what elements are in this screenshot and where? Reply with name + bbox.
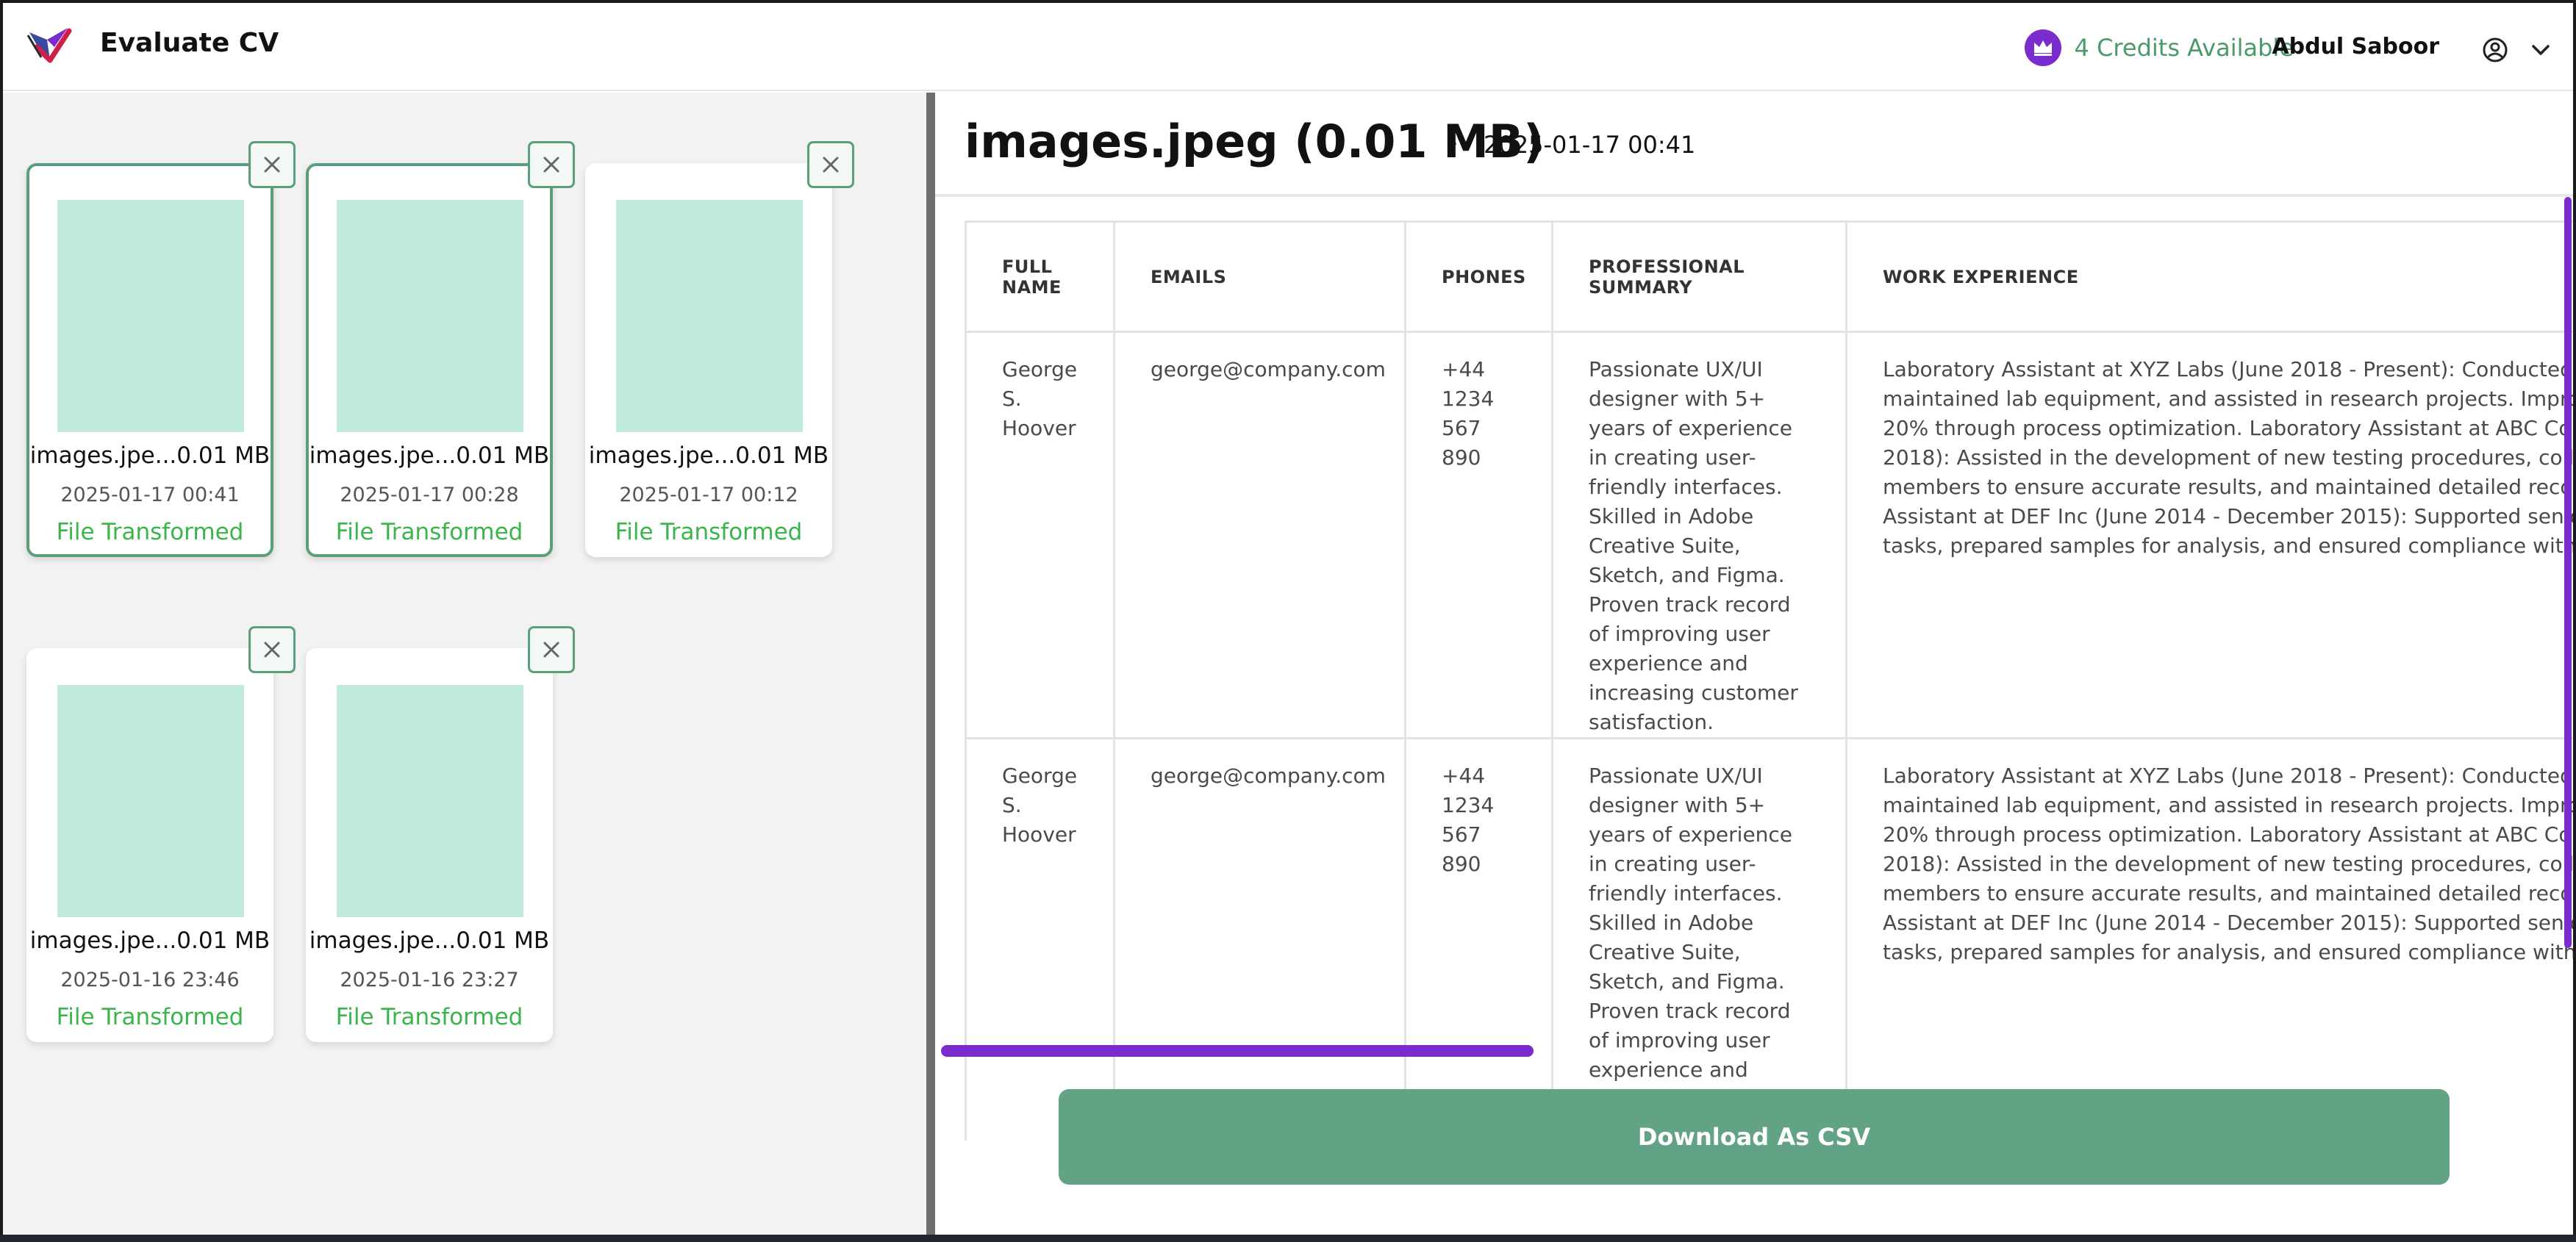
file-card[interactable]: images.jpe...0.01 MB 2025-01-16 23:27 Fi… <box>306 648 553 1042</box>
column-header-phones: PHONES <box>1404 220 1553 333</box>
cell-phone: +44 1234 567 890 <box>1404 737 1553 1141</box>
column-header-emails: EMAILS <box>1113 220 1406 333</box>
cell-full-name: George S. Hoover <box>965 331 1115 739</box>
file-status: File Transformed <box>56 519 244 545</box>
cell-email: george@company.com <box>1113 331 1406 739</box>
file-list-panel: images.jpe...0.01 MB 2025-01-17 00:41 Fi… <box>3 93 926 1242</box>
close-icon <box>543 642 559 658</box>
cell-work-experience: Laboratory Assistant at XYZ Labs (June 2… <box>1845 331 2573 739</box>
remove-file-button[interactable] <box>528 141 575 188</box>
results-table: FULL NAME EMAILS PHONES PROFESSIONAL SUM… <box>965 220 2573 1141</box>
panel-resize-handle[interactable] <box>926 93 935 1242</box>
app-logo-icon[interactable] <box>25 25 74 71</box>
cell-email: george@company.com <box>1113 737 1406 1141</box>
file-name: images.jpe...0.01 MB <box>588 442 829 469</box>
file-thumbnail <box>57 685 244 917</box>
file-thumbnail <box>57 200 244 432</box>
file-status: File Transformed <box>335 1004 523 1030</box>
app-title: Evaluate CV <box>100 28 279 58</box>
remove-file-button[interactable] <box>807 141 854 188</box>
cell-full-name: George S. Hoover <box>965 737 1115 1141</box>
remove-file-button[interactable] <box>248 141 296 188</box>
title-separator: - <box>1448 128 1458 157</box>
cell-phone: +44 1234 567 890 <box>1404 331 1553 739</box>
file-name: images.jpe...0.01 MB <box>29 927 271 954</box>
file-date: 2025-01-17 00:28 <box>340 484 519 506</box>
column-header-work-experience: WORK EXPERIENCE <box>1845 220 2573 333</box>
credits-indicator[interactable]: 4 Credits Available <box>2024 29 2294 66</box>
crown-icon <box>2024 29 2061 66</box>
download-csv-button[interactable]: Download As CSV <box>1059 1089 2450 1185</box>
close-icon <box>543 157 559 173</box>
cell-work-experience: Laboratory Assistant at XYZ Labs (June 2… <box>1845 737 2573 1141</box>
file-name: images.jpe...0.01 MB <box>29 442 271 469</box>
user-name[interactable]: Abdul Saboor <box>2272 34 2439 60</box>
file-date: 2025-01-17 00:12 <box>619 484 798 506</box>
table-row: George S. Hoover george@company.com +44 … <box>965 331 2573 739</box>
file-thumbnail <box>337 200 523 432</box>
remove-file-button[interactable] <box>528 626 575 673</box>
file-thumbnail <box>616 200 803 432</box>
top-bar: Evaluate CV 4 Credits Available Abdul Sa… <box>3 3 2573 91</box>
horizontal-scrollbar[interactable] <box>941 1045 1534 1057</box>
remove-file-button[interactable] <box>248 626 296 673</box>
desktop-taskbar <box>0 1235 2576 1242</box>
file-card[interactable]: images.jpe...0.01 MB 2025-01-17 00:12 Fi… <box>585 163 832 557</box>
file-status: File Transformed <box>615 519 803 545</box>
chevron-down-icon[interactable] <box>2529 40 2552 60</box>
file-status: File Transformed <box>335 519 523 545</box>
file-date: 2025-01-17 00:41 <box>60 484 240 506</box>
user-circle-icon[interactable] <box>2482 37 2508 63</box>
results-table-container[interactable]: FULL NAME EMAILS PHONES PROFESSIONAL SUM… <box>965 220 2573 1141</box>
file-name: images.jpe...0.01 MB <box>309 442 550 469</box>
file-status: File Transformed <box>56 1004 244 1030</box>
file-thumbnail <box>337 685 523 917</box>
cell-summary: Passionate UX/UI designer with 5+ years … <box>1551 331 1847 739</box>
divider <box>935 194 2573 197</box>
file-date: 2025-01-16 23:27 <box>340 969 519 991</box>
cell-summary: Passionate UX/UI designer with 5+ years … <box>1551 737 1847 1141</box>
column-header-full-name: FULL NAME <box>965 220 1115 333</box>
close-icon <box>264 642 280 658</box>
table-header-row: FULL NAME EMAILS PHONES PROFESSIONAL SUM… <box>965 220 2573 333</box>
column-header-summary: PROFESSIONAL SUMMARY <box>1551 220 1847 333</box>
file-date: 2025-01-16 23:46 <box>60 969 240 991</box>
table-row: George S. Hoover george@company.com +44 … <box>965 737 2573 1141</box>
close-icon <box>823 157 839 173</box>
results-panel: images.jpeg (0.01 MB) - 2025-01-17 00:41… <box>935 93 2573 1242</box>
file-card[interactable]: images.jpe...0.01 MB 2025-01-16 23:46 Fi… <box>26 648 273 1042</box>
file-card[interactable]: images.jpe...0.01 MB 2025-01-17 00:41 Fi… <box>26 163 273 557</box>
close-icon <box>264 157 280 173</box>
vertical-scrollbar[interactable] <box>2564 197 2572 948</box>
document-date: 2025-01-17 00:41 <box>1484 131 1696 159</box>
file-card[interactable]: images.jpe...0.01 MB 2025-01-17 00:28 Fi… <box>306 163 553 557</box>
credits-label: 4 Credits Available <box>2074 34 2294 62</box>
file-name: images.jpe...0.01 MB <box>309 927 550 954</box>
